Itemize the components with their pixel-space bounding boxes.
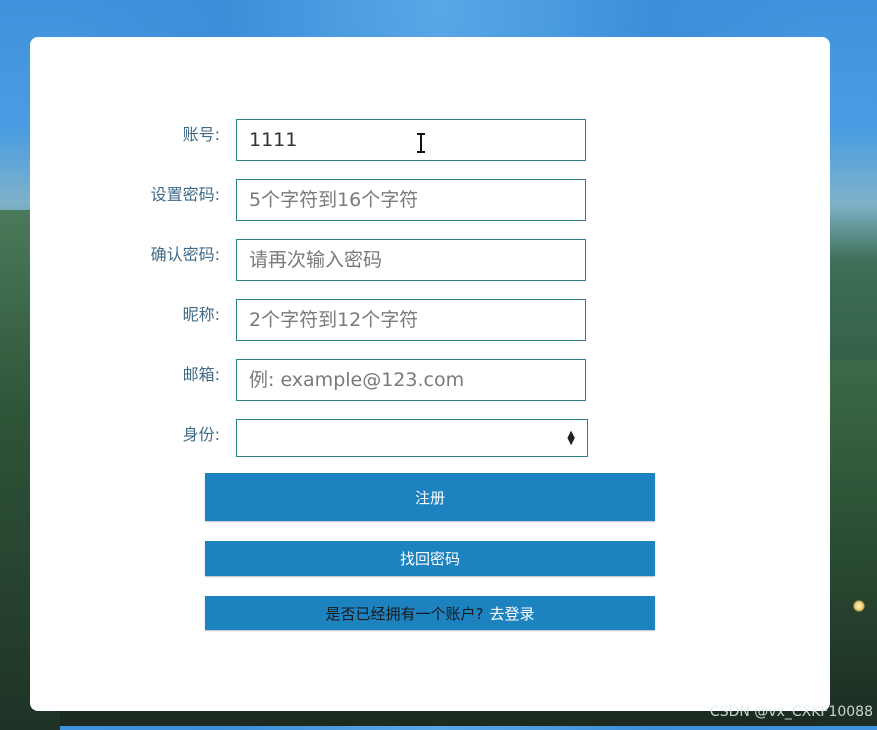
register-button[interactable]: 注册	[205, 473, 655, 521]
identity-row: 身份: ▲ ▼	[30, 419, 830, 463]
confirm-password-label: 确认密码:	[150, 245, 220, 264]
select-updown-arrow-icon: ▲ ▼	[567, 429, 575, 447]
nickname-label: 昵称:	[182, 305, 220, 324]
email-label: 邮箱:	[182, 365, 220, 384]
register-card: 账号: 设置密码: 确认密码: 昵称: 邮箱: 身份: ▲▼ 注册 找回密码 是…	[30, 37, 830, 711]
password-label: 设置密码:	[150, 185, 220, 204]
nickname-input[interactable]	[236, 299, 586, 341]
go-login-link[interactable]: 去登录	[489, 603, 534, 624]
confirm-password-input[interactable]	[236, 239, 586, 281]
password-input[interactable]	[236, 179, 586, 221]
nickname-row: 昵称:	[30, 299, 830, 343]
identity-label: 身份:	[182, 425, 220, 444]
account-row: 账号:	[30, 119, 830, 163]
watermark-text: CSDN @vx_CXKF10088	[709, 704, 873, 720]
background-lamp-light	[853, 600, 865, 612]
email-row: 邮箱:	[30, 359, 830, 403]
recover-password-button[interactable]: 找回密码	[205, 541, 655, 576]
password-row: 设置密码:	[30, 179, 830, 223]
email-input[interactable]	[236, 359, 586, 401]
account-input[interactable]	[236, 119, 586, 161]
confirm-password-row: 确认密码:	[30, 239, 830, 283]
identity-select[interactable]: ▲ ▼	[236, 419, 588, 457]
login-prompt-text: 是否已经拥有一个账户?	[325, 604, 484, 623]
account-label: 账号:	[182, 125, 220, 144]
text-cursor-icon	[417, 133, 425, 153]
go-login-bar[interactable]: 是否已经拥有一个账户? 去登录	[205, 596, 655, 630]
